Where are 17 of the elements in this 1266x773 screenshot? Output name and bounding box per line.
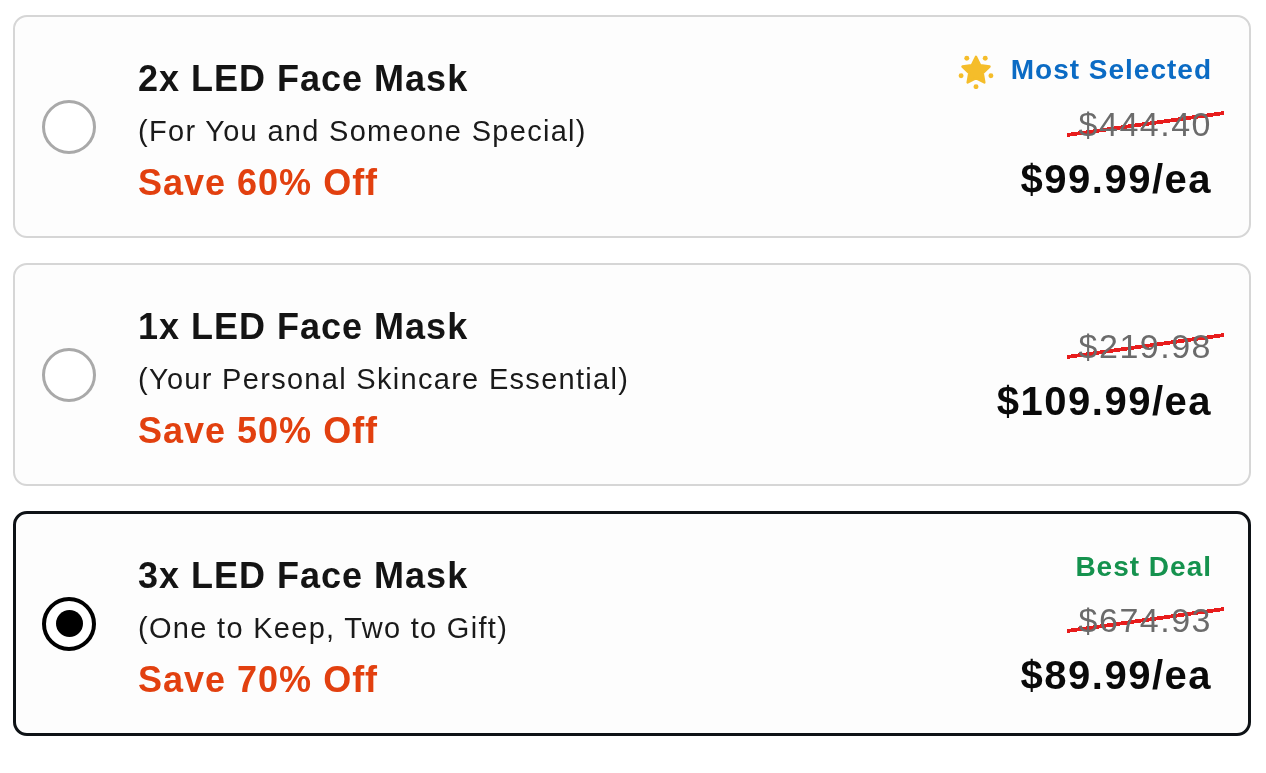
- radio-button[interactable]: [42, 347, 96, 402]
- option-subtitle: (For You and Someone Special): [138, 113, 587, 149]
- option-subtitle: (Your Personal Skincare Essential): [138, 361, 630, 397]
- option-title: 2x LED Face Mask: [138, 56, 469, 101]
- highlight-label: Best Deal: [1075, 549, 1212, 584]
- option-title: 3x LED Face Mask: [138, 553, 469, 598]
- sale-price: $109.99/ea: [996, 377, 1212, 425]
- sale-price: $89.99/ea: [1020, 651, 1212, 699]
- savings-label: Save 50% Off: [138, 408, 379, 453]
- option-title: 1x LED Face Mask: [138, 304, 469, 349]
- savings-label: Save 60% Off: [138, 160, 379, 205]
- savings-label: Save 70% Off: [138, 657, 379, 702]
- radio-button[interactable]: [42, 596, 96, 651]
- option-subtitle: (One to Keep, Two to Gift): [138, 610, 509, 646]
- radio-button[interactable]: [42, 99, 96, 154]
- highlight-label: Most Selected: [1010, 52, 1212, 87]
- sale-price: $99.99/ea: [1020, 155, 1212, 203]
